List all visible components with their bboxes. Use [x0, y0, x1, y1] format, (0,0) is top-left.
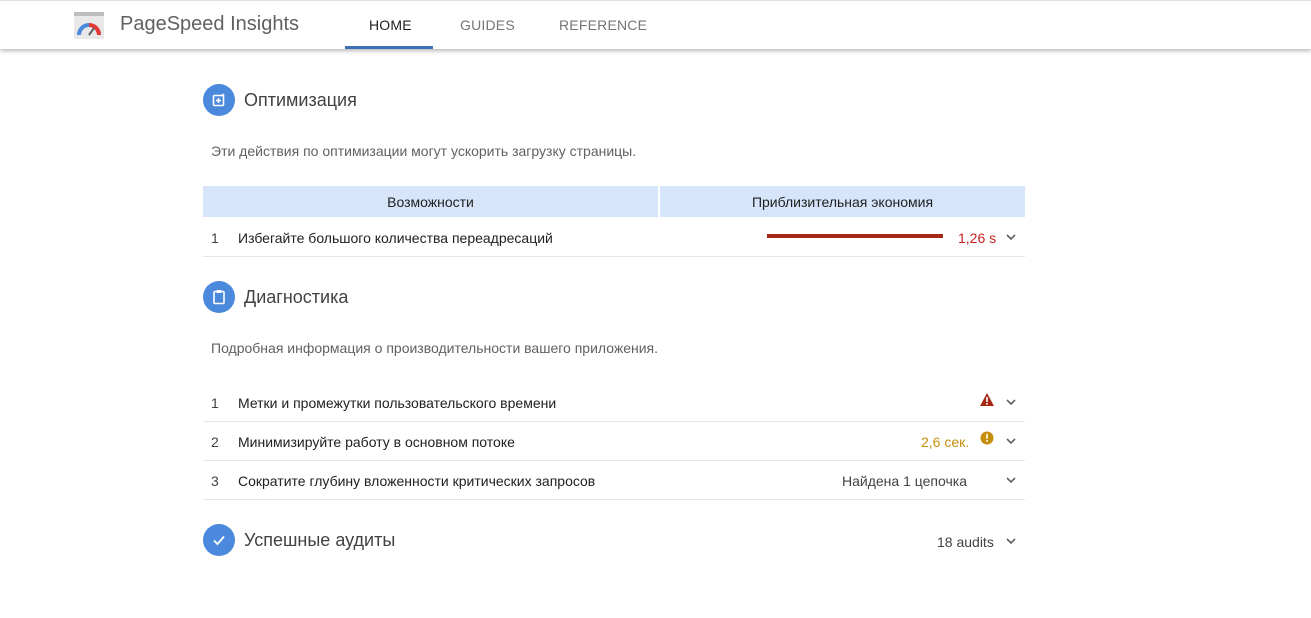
check-icon — [203, 524, 235, 556]
chevron-down-icon[interactable] — [1004, 435, 1018, 447]
opportunities-table-header: Возможности Приблизительная экономия — [203, 186, 1025, 217]
optimization-header: Оптимизация — [203, 84, 357, 116]
diagnostic-row[interactable]: 1 Метки и промежутки пользовательского в… — [203, 383, 1025, 422]
row-label: Метки и промежутки пользовательского вре… — [238, 395, 557, 411]
tab-reference[interactable]: REFERENCE — [559, 17, 647, 33]
chevron-down-icon[interactable] — [1004, 535, 1018, 547]
info-circle-icon — [980, 431, 994, 445]
chevron-down-icon[interactable] — [1004, 396, 1018, 408]
passed-audits-title: Успешные аудиты — [244, 529, 396, 550]
pagespeed-gauge-icon[interactable] — [74, 12, 104, 39]
row-label: Минимизируйте работу в основном потоке — [238, 434, 515, 450]
row-label: Сократите глубину вложенности критически… — [238, 473, 596, 489]
metric-value: 2,6 сек. — [921, 434, 970, 450]
passed-audits-count: 18 audits — [937, 534, 994, 550]
top-app-bar: PageSpeed Insights HOME GUIDES REFERENCE — [0, 0, 1311, 49]
tab-guides[interactable]: GUIDES — [460, 17, 515, 33]
optimization-description: Эти действия по оптимизации могут ускори… — [211, 143, 637, 159]
active-tab-indicator — [345, 46, 433, 49]
tab-home[interactable]: HOME — [369, 17, 412, 33]
diagnostic-row[interactable]: 2 Минимизируйте работу в основном потоке… — [203, 422, 1025, 461]
savings-value: 1,26 s — [958, 230, 997, 246]
clipboard-icon — [203, 281, 235, 313]
diagnostics-header: Диагностика — [203, 281, 348, 313]
warning-triangle-icon — [980, 393, 994, 406]
opportunity-row[interactable]: 1 Избегайте большого количества переадре… — [203, 218, 1025, 257]
column-header-opportunities: Возможности — [203, 186, 658, 217]
chevron-down-icon[interactable] — [1004, 231, 1018, 243]
diagnostic-row[interactable]: 3 Сократите глубину вложенности критичес… — [203, 461, 1025, 500]
metric-value: Найдена 1 цепочка — [842, 473, 967, 489]
row-number: 1 — [211, 395, 219, 411]
app-title: PageSpeed Insights — [120, 13, 300, 35]
optimization-icon — [203, 84, 235, 116]
optimization-title: Оптимизация — [244, 89, 357, 110]
savings-bar — [767, 234, 943, 238]
chevron-down-icon[interactable] — [1004, 474, 1018, 486]
row-number: 2 — [211, 434, 219, 450]
diagnostics-title: Диагностика — [244, 286, 349, 307]
diagnostics-description: Подробная информация о производительност… — [211, 340, 659, 356]
row-label: Избегайте большого количества переадреса… — [238, 230, 553, 246]
row-number: 3 — [211, 473, 219, 489]
passed-audits-header[interactable]: Успешные аудиты — [203, 524, 395, 556]
row-number: 1 — [211, 230, 219, 246]
column-header-savings: Приблизительная экономия — [660, 186, 1025, 217]
